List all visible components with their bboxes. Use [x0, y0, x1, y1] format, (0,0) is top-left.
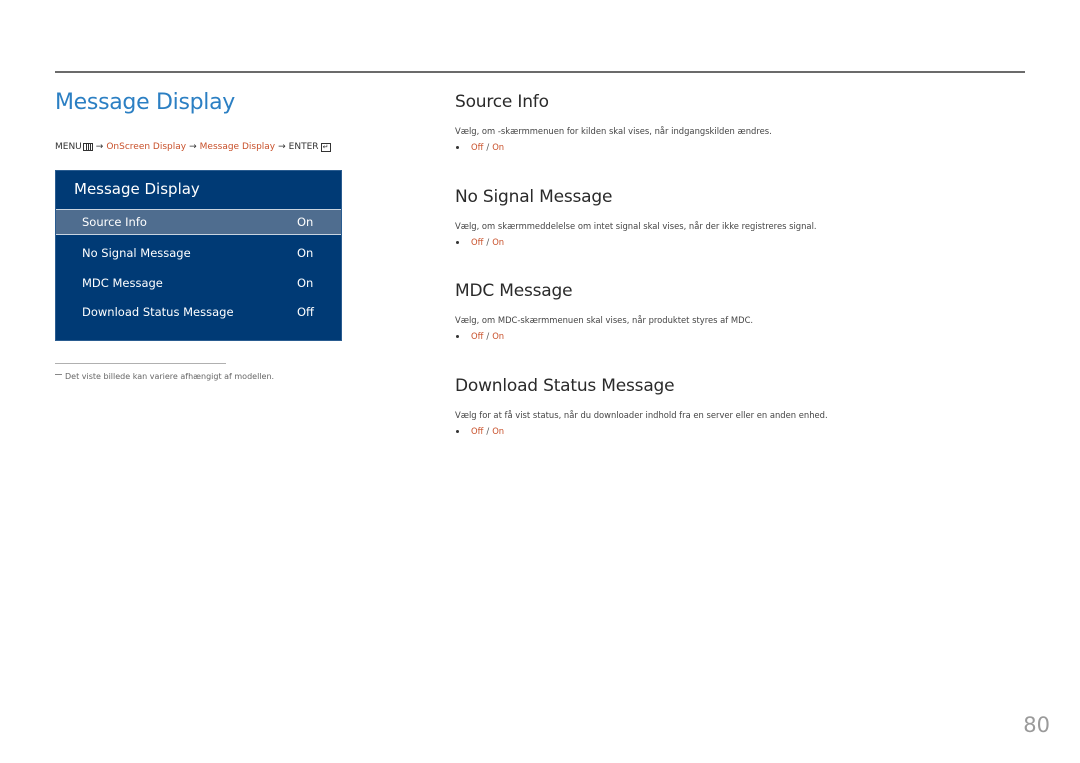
option-off: Off [471, 237, 484, 247]
section-heading: No Signal Message [455, 187, 613, 207]
osd-menu-panel: Message Display Source Info On No Signal… [55, 170, 342, 341]
arrow-icon: → [278, 142, 286, 152]
option-on: On [492, 331, 505, 341]
option-separator: / [486, 426, 490, 436]
breadcrumb-message-display[interactable]: Message Display [200, 142, 275, 152]
section-options: Off / On [455, 237, 817, 247]
osd-item-no-signal-message[interactable]: No Signal Message On [56, 240, 341, 266]
section-download-status-message: Download Status Message Vælg for at få v… [455, 376, 828, 436]
breadcrumb-menu: MENU [55, 142, 82, 152]
osd-item-source-info[interactable]: Source Info On [56, 209, 341, 235]
section-heading: MDC Message [455, 281, 573, 301]
footnote-dash-icon [55, 374, 62, 375]
option-on: On [492, 426, 505, 436]
arrow-icon: → [95, 142, 104, 152]
section-description: Vælg, om skærmmeddelelse om intet signal… [455, 221, 817, 231]
osd-item-label: No Signal Message [82, 246, 191, 260]
option-separator: / [486, 142, 490, 152]
enter-icon: ↵ [320, 142, 331, 152]
osd-item-value: On [297, 215, 314, 229]
section-mdc-message: MDC Message Vælg, om MDC-skærmmenuen ska… [455, 281, 753, 341]
osd-item-value: On [297, 246, 314, 260]
footnote-text: Det viste billede kan variere afhængigt … [65, 372, 275, 381]
section-no-signal-message: No Signal Message Vælg, om skærmmeddelel… [455, 187, 817, 247]
option-on: On [492, 142, 505, 152]
section-description: Vælg, om -skærmmenuen for kilden skal vi… [455, 126, 772, 136]
page-title: Message Display [55, 90, 236, 115]
section-options: Off / On [455, 331, 753, 341]
breadcrumb-enter: ENTER [288, 142, 319, 152]
osd-item-mdc-message[interactable]: MDC Message On [56, 270, 341, 296]
page-number: 80 [1023, 713, 1050, 737]
section-options: Off / On [455, 426, 828, 436]
option-separator: / [486, 237, 490, 247]
footnote: Det viste billede kan variere afhængigt … [55, 372, 274, 381]
osd-item-value: Off [297, 305, 314, 319]
option-off: Off [471, 142, 484, 152]
breadcrumb-onscreen-display[interactable]: OnScreen Display [106, 142, 186, 152]
osd-item-label: Source Info [82, 215, 147, 229]
breadcrumb: MENU → OnScreen Display → Message Displa… [55, 142, 331, 152]
option-off: Off [471, 331, 484, 341]
top-divider [55, 71, 1025, 73]
bullet-icon [456, 429, 459, 433]
option-off: Off [471, 426, 484, 436]
section-options: Off / On [455, 142, 772, 152]
section-description: Vælg, om MDC-skærmmenuen skal vises, når… [455, 315, 754, 325]
footnote-divider [55, 363, 226, 364]
bullet-icon [456, 334, 459, 338]
option-separator: / [486, 331, 490, 341]
osd-item-value: On [297, 276, 314, 290]
section-description: Vælg for at få vist status, når du downl… [455, 410, 828, 420]
osd-item-download-status-message[interactable]: Download Status Message Off [56, 299, 341, 325]
section-source-info: Source Info Vælg, om -skærmmenuen for ki… [455, 92, 772, 152]
osd-menu-title: Message Display [74, 180, 200, 198]
section-heading: Download Status Message [455, 376, 675, 396]
bullet-icon [456, 145, 459, 149]
arrow-icon: → [189, 142, 197, 152]
bullet-icon [456, 240, 459, 244]
osd-item-label: MDC Message [82, 276, 163, 290]
section-heading: Source Info [455, 92, 549, 112]
option-on: On [492, 237, 505, 247]
osd-item-label: Download Status Message [82, 305, 234, 319]
menu-icon [82, 143, 93, 151]
